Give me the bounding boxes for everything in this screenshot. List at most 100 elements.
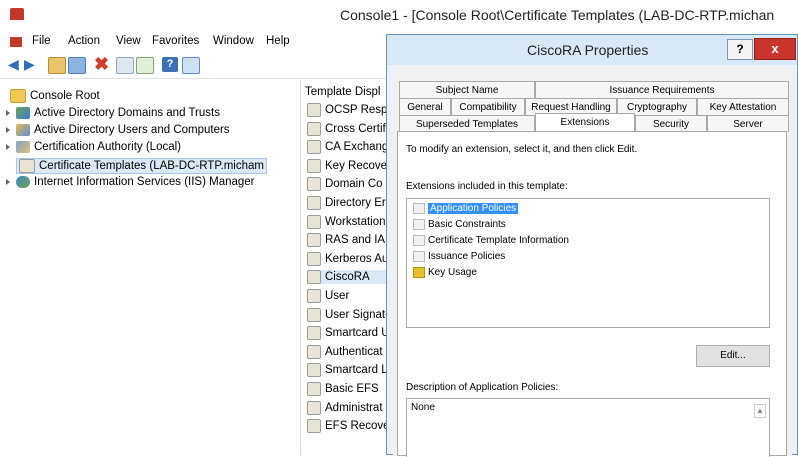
list-item[interactable]: Cross Certif bbox=[307, 121, 386, 136]
dialog-title: CiscoRA Properties bbox=[527, 42, 649, 58]
list-item[interactable]: CA Exchang bbox=[307, 140, 388, 155]
tree-item-label: Active Directory Domains and Trusts bbox=[34, 107, 220, 119]
list-column-header[interactable]: Template Displ bbox=[305, 86, 380, 98]
tree-item-label: Internet Information Services (IIS) Mana… bbox=[34, 176, 255, 188]
certificate-template-icon bbox=[307, 177, 321, 192]
list-item[interactable]: Authenticat bbox=[307, 344, 383, 359]
show-hide-tree-icon[interactable] bbox=[68, 57, 86, 74]
properties-icon[interactable] bbox=[116, 57, 134, 74]
list-item-label: Smartcard L bbox=[325, 364, 388, 377]
list-item[interactable]: RAS and IAS bbox=[307, 233, 393, 248]
forward-arrow-icon[interactable]: ▶ bbox=[24, 57, 40, 72]
action-pane-icon[interactable] bbox=[182, 57, 200, 74]
certificate-template-icon bbox=[307, 419, 321, 434]
list-item-label: User Signatu bbox=[325, 308, 392, 321]
list-item[interactable]: CiscoRA bbox=[307, 270, 398, 285]
template-list: Template Displ OCSP Respo Cross Certif CA … bbox=[303, 80, 398, 455]
certificate-template-icon bbox=[307, 307, 321, 322]
description-label: Description of Application Policies: bbox=[406, 382, 559, 393]
close-button[interactable]: x bbox=[754, 38, 796, 60]
list-item[interactable]: Administrat bbox=[307, 400, 383, 415]
tree-item-certification-authority[interactable]: Certification Authority (Local) bbox=[6, 141, 181, 153]
list-item-label: Administrat bbox=[325, 401, 383, 414]
menu-file[interactable]: File bbox=[32, 35, 51, 47]
list-item-label: Directory Er bbox=[325, 197, 386, 209]
tab-key-attestation[interactable]: Key Attestation bbox=[697, 98, 789, 115]
certificate-template-icon bbox=[307, 233, 321, 248]
list-item[interactable]: Directory Er bbox=[307, 196, 386, 210]
tree-item-label: Active Directory Users and Computers bbox=[34, 124, 230, 136]
tree-item-label: Certificate Templates (LAB-DC-RTP.micham bbox=[39, 160, 264, 172]
certificate-template-icon bbox=[307, 158, 321, 173]
ad-users-icon bbox=[16, 124, 30, 136]
certificate-icon bbox=[19, 159, 35, 173]
properties-dialog: CiscoRA Properties ? x Subject Name Issu… bbox=[386, 34, 798, 457]
expand-arrow-icon[interactable] bbox=[6, 144, 10, 150]
list-item[interactable]: User Signatu bbox=[307, 307, 392, 322]
tab-server[interactable]: Server bbox=[707, 115, 789, 132]
certificate-template-icon bbox=[307, 382, 321, 396]
delete-icon[interactable]: ✖ bbox=[94, 55, 110, 73]
tree-item-console-root[interactable]: Console Root bbox=[10, 89, 100, 103]
list-item[interactable]: Issuance Policies bbox=[413, 251, 505, 262]
menu-help[interactable]: Help bbox=[266, 35, 290, 47]
help-button[interactable]: ? bbox=[727, 39, 753, 60]
help-icon[interactable]: ? bbox=[162, 57, 178, 72]
certificate-template-icon bbox=[307, 363, 321, 378]
list-item[interactable]: User bbox=[307, 289, 349, 303]
list-item[interactable]: Smartcard L bbox=[307, 363, 388, 378]
tree-item-iis-manager[interactable]: Internet Information Services (IIS) Mana… bbox=[6, 176, 255, 188]
extensions-list[interactable]: Application Policies Basic Constraints C… bbox=[406, 198, 770, 328]
dialog-titlebar[interactable]: CiscoRA Properties ? x bbox=[387, 35, 797, 65]
tab-security[interactable]: Security bbox=[635, 115, 707, 132]
certificate-template-icon bbox=[307, 344, 321, 359]
tab-superseded-templates[interactable]: Superseded Templates bbox=[399, 115, 535, 132]
list-item[interactable]: Smartcard U bbox=[307, 326, 390, 341]
tree-item-ad-users[interactable]: Active Directory Users and Computers bbox=[6, 124, 230, 136]
system-menu-icon[interactable] bbox=[10, 37, 22, 47]
list-item-label: Workstation bbox=[325, 215, 386, 228]
list-item[interactable]: Basic Constraints bbox=[413, 219, 506, 230]
tree-item-ad-domains[interactable]: Active Directory Domains and Trusts bbox=[6, 107, 220, 119]
list-item[interactable]: Workstation bbox=[307, 214, 386, 229]
edit-button[interactable]: Edit... bbox=[696, 345, 770, 367]
menu-favorites[interactable]: Favorites bbox=[152, 35, 199, 47]
extensions-label: Extensions included in this template: bbox=[406, 181, 568, 192]
expand-arrow-icon[interactable] bbox=[6, 179, 10, 185]
list-item[interactable]: Basic EFS bbox=[307, 382, 379, 396]
list-item[interactable]: EFS Recover bbox=[307, 419, 394, 434]
list-item[interactable]: Key Usage bbox=[413, 267, 477, 278]
list-item[interactable]: Domain Co bbox=[307, 177, 383, 192]
list-item[interactable]: Certificate Template Information bbox=[413, 235, 569, 246]
folder-icon bbox=[10, 89, 26, 103]
list-item[interactable]: Key Recover bbox=[307, 158, 391, 173]
ca-icon bbox=[16, 141, 30, 153]
certificate-template-icon bbox=[307, 251, 321, 266]
list-item-label: CiscoRA bbox=[325, 271, 370, 284]
tab-compatibility[interactable]: Compatibility bbox=[451, 98, 525, 115]
tab-subject-name[interactable]: Subject Name bbox=[399, 81, 535, 98]
list-item-label: EFS Recover bbox=[325, 420, 394, 433]
certificate-template-icon bbox=[307, 289, 321, 303]
back-arrow-icon[interactable]: ◀ bbox=[8, 57, 24, 72]
tree-item-certificate-templates[interactable]: Certificate Templates (LAB-DC-RTP.micham bbox=[16, 158, 267, 174]
tab-general[interactable]: General bbox=[399, 98, 451, 115]
list-item[interactable]: OCSP Respo bbox=[307, 103, 394, 117]
list-item-label: Domain Co bbox=[325, 178, 383, 191]
scroll-up-icon[interactable]: ▲ bbox=[754, 404, 766, 418]
expand-arrow-icon[interactable] bbox=[6, 110, 10, 116]
tab-issuance-requirements[interactable]: Issuance Requirements bbox=[535, 81, 789, 98]
menu-view[interactable]: View bbox=[116, 35, 141, 47]
expand-arrow-icon[interactable] bbox=[6, 127, 10, 133]
up-folder-icon[interactable] bbox=[48, 57, 66, 74]
extension-icon bbox=[413, 235, 425, 246]
list-item[interactable]: Kerberos Au bbox=[307, 251, 388, 266]
menu-action[interactable]: Action bbox=[68, 35, 100, 47]
window-title: Console1 - [Console Root\Certificate Tem… bbox=[340, 7, 775, 23]
tab-extensions[interactable]: Extensions bbox=[535, 113, 635, 132]
extension-icon bbox=[413, 203, 425, 214]
list-item-label: User bbox=[325, 290, 350, 302]
list-item[interactable]: Application Policies bbox=[413, 203, 519, 214]
export-list-icon[interactable] bbox=[136, 57, 154, 74]
menu-window[interactable]: Window bbox=[213, 35, 254, 47]
